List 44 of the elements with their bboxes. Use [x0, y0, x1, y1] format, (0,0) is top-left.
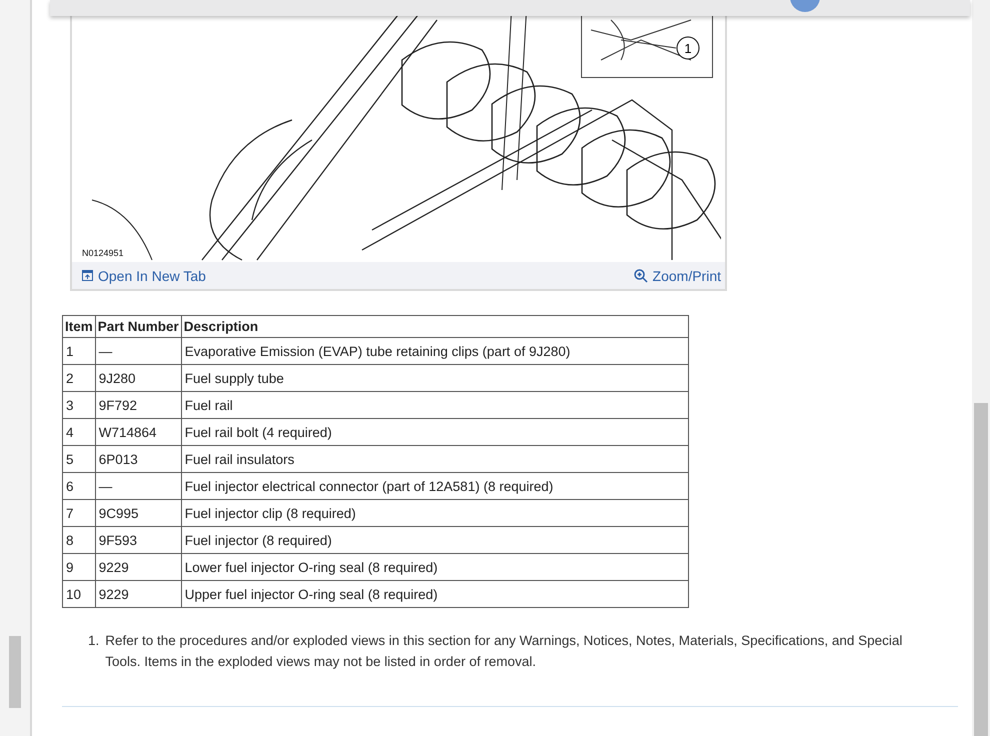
- open-tab-link[interactable]: Open In New Tab: [82, 268, 206, 284]
- table-cell: Fuel injector (8 required): [181, 526, 688, 554]
- table-cell: 3: [62, 392, 96, 418]
- table-cell: 8: [62, 526, 96, 554]
- table-cell: Fuel supply tube: [181, 364, 688, 392]
- table-cell: 9F792: [95, 392, 182, 418]
- scrollbar-thumb[interactable]: [974, 403, 988, 736]
- table-cell: 2: [62, 364, 96, 392]
- table-cell: 9229: [95, 580, 182, 608]
- figure-id: N0124951: [82, 248, 124, 258]
- table-cell: 9J280: [95, 364, 182, 392]
- table-cell: Upper fuel injector O-ring seal (8 required): [181, 580, 688, 608]
- table-cell: Fuel injector clip (8 required): [181, 500, 688, 526]
- table-cell: 6P013: [95, 446, 182, 472]
- table-cell: Lower fuel injector O-ring seal (8 required): [181, 554, 688, 580]
- scrollbar-thumb[interactable]: [9, 636, 21, 708]
- leader-line: [620, 40, 676, 48]
- column-header: Item: [62, 316, 96, 338]
- zoom-in-icon: [634, 268, 648, 282]
- table-cell: Fuel rail insulators: [181, 446, 688, 472]
- table-cell: 1: [62, 338, 96, 364]
- table-cell: Fuel rail: [181, 392, 688, 418]
- table-cell: 9: [62, 554, 96, 580]
- table-cell: 9F593: [95, 526, 182, 554]
- table-cell: —: [95, 338, 182, 364]
- table-cell: Fuel rail bolt (4 required): [181, 418, 688, 446]
- table-cell: 9C995: [95, 500, 182, 526]
- new-tab-icon: [82, 270, 93, 281]
- callout-number: 1: [684, 41, 692, 56]
- table-cell: 5: [62, 446, 96, 472]
- table-cell: 7: [62, 500, 96, 526]
- table-cell: 9229: [95, 554, 182, 580]
- note-text: Refer to the procedures and/or exploded views in this section for any Warnings, Notices, Notes, Materials, Specifications, and Special Tools. Items in the exploded views may not be listed in order of removal.: [105, 632, 904, 671]
- table-cell: 6: [62, 472, 96, 500]
- column-header: Description: [181, 316, 688, 338]
- table-cell: Evaporative Emission (EVAP) tube retaining clips (part of 9J280): [181, 338, 688, 364]
- zoom-print-link[interactable]: Zoom/Print: [634, 268, 721, 284]
- table-cell: —: [95, 472, 182, 500]
- table-cell: 4: [62, 418, 96, 446]
- column-header: Part Number: [95, 316, 182, 338]
- table-cell: Fuel injector electrical connector (part of 12A581) (8 required): [181, 472, 688, 500]
- table-cell: 10: [62, 580, 96, 608]
- table-cell: W714864: [95, 418, 182, 446]
- note-number: 1.: [88, 632, 100, 650]
